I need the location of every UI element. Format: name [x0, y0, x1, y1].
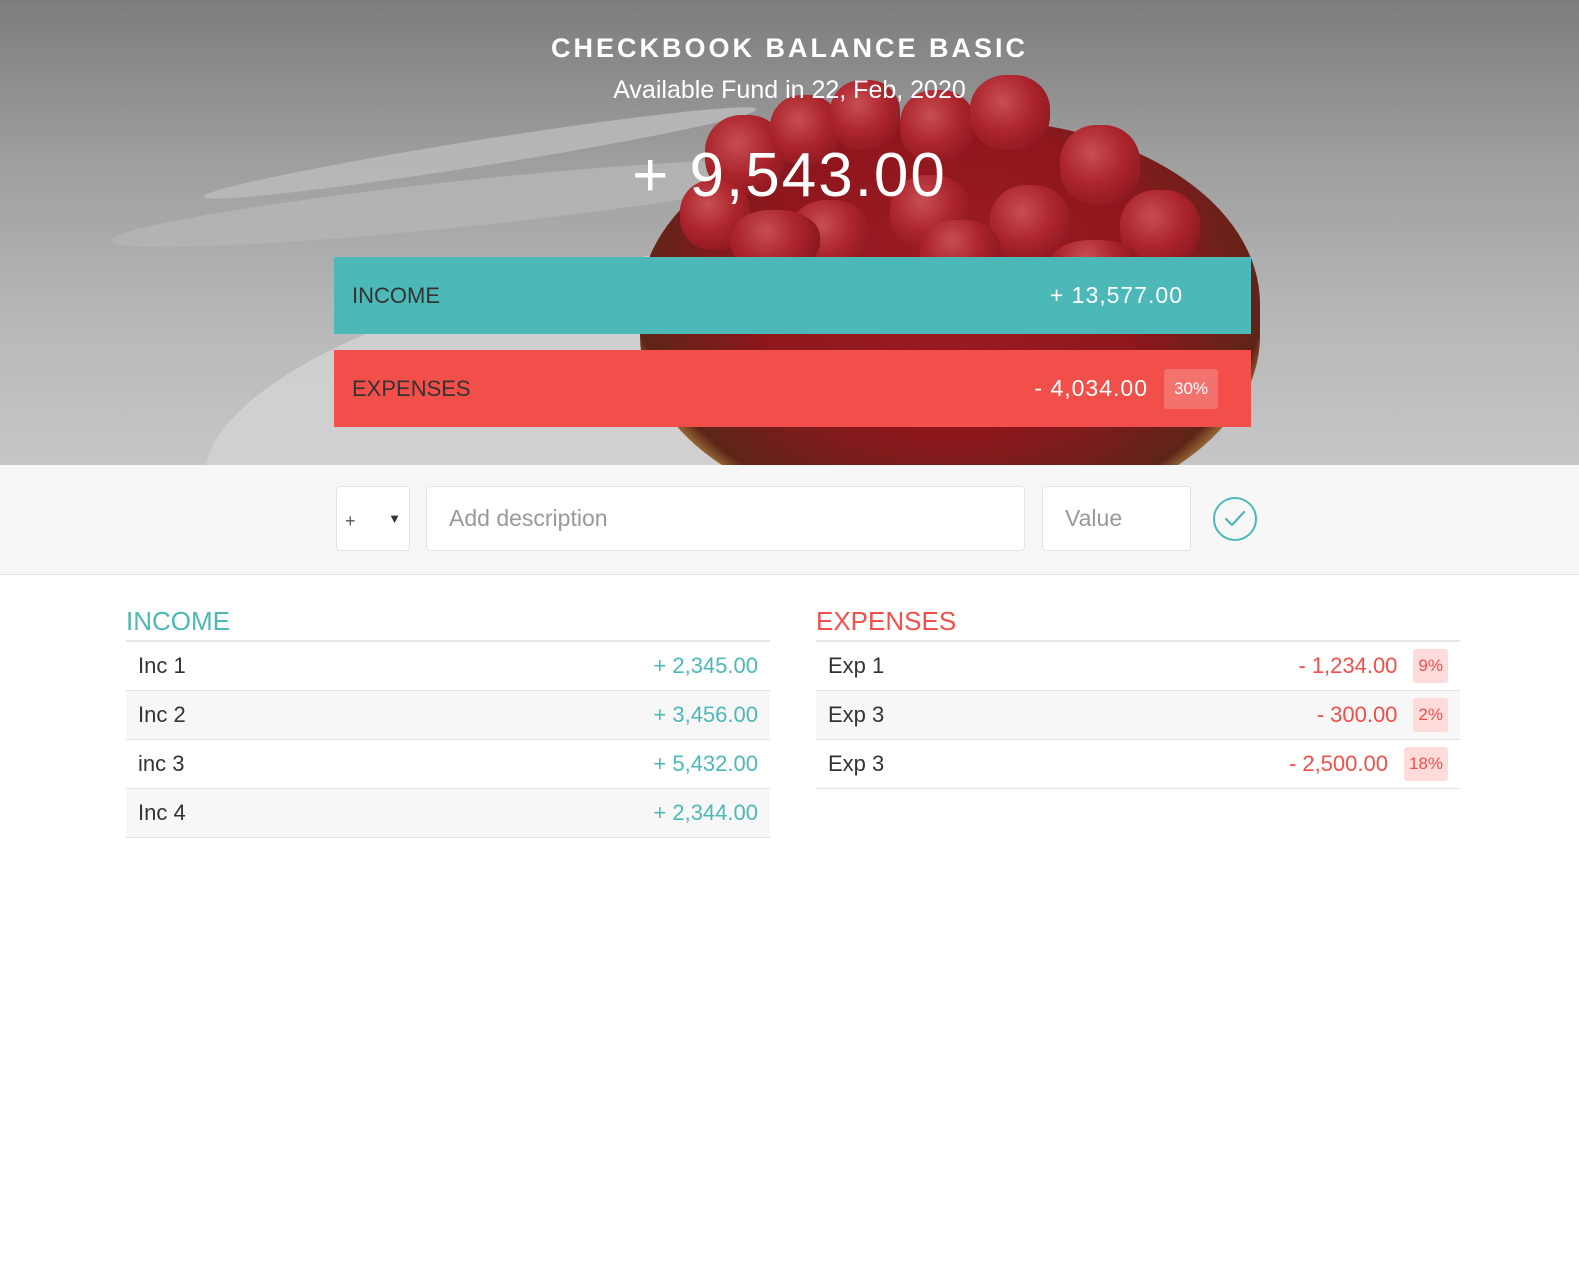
list-item[interactable]: inc 3 + 5,432.00 — [126, 740, 770, 789]
item-value: + 3,456.00 — [653, 702, 758, 727]
income-list-title: INCOME — [126, 606, 770, 642]
item-value: - 1,234.00 — [1298, 653, 1398, 678]
checkmark-circle-icon — [1224, 510, 1246, 527]
item-description: Exp 1 — [828, 653, 885, 678]
caret-down-icon: ▼ — [388, 511, 401, 526]
item-value: + 2,345.00 — [653, 653, 758, 678]
list-item[interactable]: Exp 3 - 300.00 2% — [816, 691, 1460, 740]
item-value: - 300.00 — [1316, 702, 1398, 727]
list-item[interactable]: Inc 2 + 3,456.00 — [126, 691, 770, 740]
description-input[interactable] — [426, 486, 1025, 551]
expenses-summary-value: - 4,034.00 — [1034, 375, 1148, 401]
item-percentage-badge: 2% — [1413, 698, 1448, 732]
income-summary-bar: INCOME + 13,577.00 — [334, 257, 1251, 334]
available-fund-label: Available Fund in 22, Feb, 2020 — [613, 76, 966, 104]
item-value: + 5,432.00 — [653, 751, 758, 776]
list-item[interactable]: Inc 1 + 2,345.00 — [126, 642, 770, 691]
expenses-list-title: EXPENSES — [816, 606, 1460, 642]
value-input[interactable] — [1042, 486, 1191, 551]
item-description: Exp 3 — [828, 702, 885, 727]
item-value: - 2,500.00 — [1288, 751, 1388, 776]
item-percentage-badge: 18% — [1403, 747, 1448, 781]
expenses-percentage-badge: 30% — [1164, 368, 1218, 409]
item-description: inc 3 — [138, 751, 185, 776]
expenses-summary-bar: EXPENSES - 4,034.00 30% — [334, 350, 1251, 427]
item-description: Exp 3 — [828, 751, 885, 776]
expenses-rows: Exp 1 - 1,234.00 9% Exp 3 - 300.00 2% Ex… — [816, 642, 1460, 789]
expenses-list: EXPENSES Exp 1 - 1,234.00 9% Exp 3 - 300… — [816, 606, 1460, 789]
expenses-summary-label: EXPENSES — [352, 375, 471, 401]
income-summary-label: INCOME — [352, 282, 440, 308]
total-balance: + 9,543.00 — [632, 141, 947, 210]
item-value: + 2,344.00 — [653, 800, 758, 825]
list-item[interactable]: Exp 1 - 1,234.00 9% — [816, 642, 1460, 691]
income-rows: Inc 1 + 2,345.00 Inc 2 + 3,456.00 inc 3 … — [126, 642, 770, 838]
hero-header: CHECKBOOK BALANCE BASIC Available Fund i… — [0, 0, 1579, 465]
item-description: Inc 1 — [138, 653, 186, 678]
item-percentage-badge: 9% — [1413, 649, 1448, 683]
type-select[interactable]: + ▼ — [336, 486, 410, 551]
add-item-bar: + ▼ — [0, 465, 1579, 575]
income-summary-value: + 13,577.00 — [1049, 282, 1183, 308]
item-description: Inc 4 — [138, 800, 186, 825]
list-item[interactable]: Exp 3 - 2,500.00 18% — [816, 740, 1460, 789]
add-item-button[interactable] — [1213, 497, 1257, 541]
list-item[interactable]: Inc 4 + 2,344.00 — [126, 789, 770, 838]
app-title: CHECKBOOK BALANCE BASIC — [550, 33, 1028, 63]
item-description: Inc 2 — [138, 702, 186, 727]
income-list: INCOME Inc 1 + 2,345.00 Inc 2 + 3,456.00… — [126, 606, 770, 838]
type-select-value: + — [345, 511, 356, 531]
